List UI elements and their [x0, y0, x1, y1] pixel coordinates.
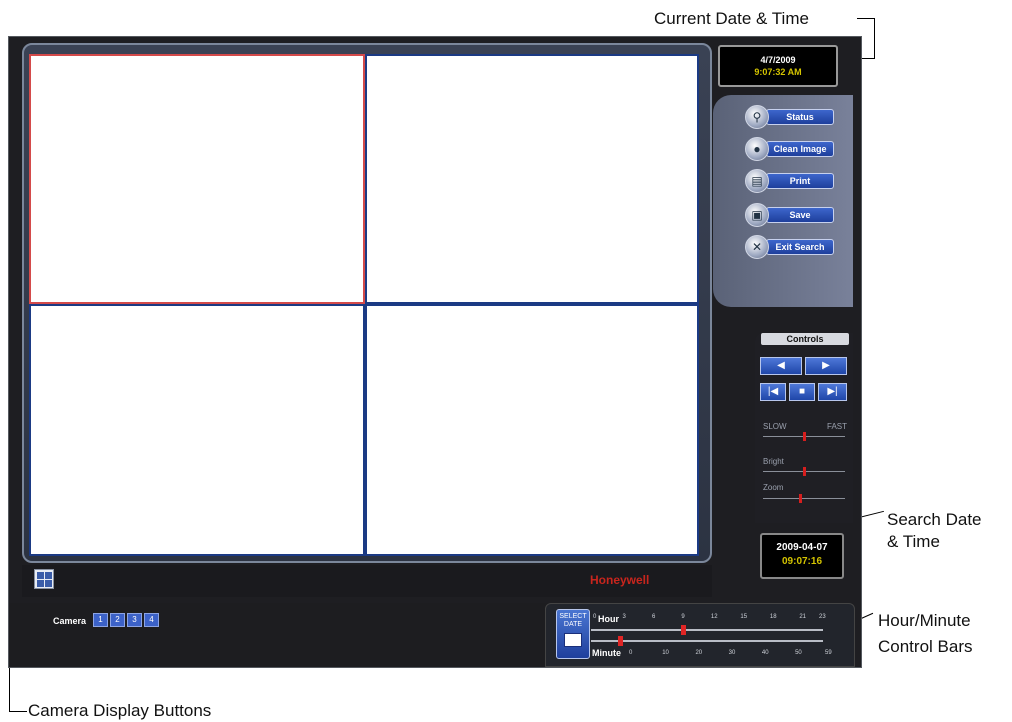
current-datetime-display: 4/7/2009 9:07:32 AM [718, 45, 838, 87]
annotation-line [9, 711, 27, 712]
hour-tick-label: 0 [593, 614, 597, 620]
camera-cell-4[interactable] [365, 304, 699, 556]
minute-slider-knob[interactable] [617, 636, 623, 646]
print-button-label: Print [766, 173, 834, 189]
exit-search-button[interactable]: Exit Search ✕ [745, 235, 837, 259]
annotation-hour-minute-2: Control Bars [878, 637, 973, 656]
save-button[interactable]: Save ▣ [745, 203, 837, 227]
camera-cell-1[interactable] [29, 54, 365, 304]
zoom-label: Zoom [763, 483, 784, 492]
camera-label: Camera [53, 616, 87, 626]
floppy-icon: ▣ [745, 203, 769, 227]
controls-title: Controls [761, 333, 849, 345]
search-time: 09:07:16 [781, 556, 823, 567]
minute-label: Minute [592, 648, 621, 658]
exit-search-button-label: Exit Search [766, 239, 834, 255]
hour-tick-label: 6 [651, 614, 656, 620]
stop-button[interactable]: ■ [789, 383, 815, 401]
current-date: 4/7/2009 [760, 55, 796, 65]
annotation-current-date-time: Current Date & Time [654, 9, 809, 28]
brand-logo: Honeywell [590, 573, 650, 587]
annotation-line [874, 18, 875, 58]
camera-button-1[interactable]: 1 [93, 613, 108, 627]
search-datetime-display: 2009-04-07 09:07:16 [760, 533, 844, 579]
hour-tick-label: 12 [710, 614, 718, 620]
close-icon: ✕ [745, 235, 769, 259]
minute-tick-label: 10 [662, 650, 669, 656]
hour-tick-label: 15 [740, 614, 748, 620]
status-button[interactable]: Status ⚲ [745, 105, 837, 129]
search-date: 2009-04-07 [776, 542, 828, 553]
print-button[interactable]: Print ▤ [745, 169, 837, 193]
minute-tick-label: 50 [795, 650, 802, 656]
play-reverse-button[interactable]: ◀ [760, 357, 802, 375]
clean-image-button-label: Clean Image [766, 141, 834, 157]
hour-tick-label: 21 [799, 614, 807, 620]
camera-cell-3[interactable] [29, 304, 365, 556]
camera-cell-2[interactable] [365, 54, 699, 304]
select-date-button[interactable]: SELECT DATE [556, 609, 590, 659]
play-forward-button[interactable]: ▶ [805, 357, 847, 375]
printer-icon: ▤ [745, 169, 769, 193]
minute-tick-label: 0 [629, 650, 633, 656]
camera-bar [9, 603, 549, 667]
camera-button-2[interactable]: 2 [110, 613, 125, 627]
image-clean-icon: ● [745, 137, 769, 161]
skip-back-button[interactable]: |◀ [760, 383, 786, 401]
annotation-search-date-time-2: & Time [887, 532, 940, 551]
speed-slider-knob[interactable] [803, 432, 806, 441]
zoom-slider-track[interactable] [763, 498, 845, 499]
hour-tick-label: 9 [681, 614, 685, 620]
calendar-icon [564, 633, 582, 647]
clean-image-button[interactable]: Clean Image ● [745, 137, 837, 161]
hour-tick-label: 23 [819, 614, 826, 620]
hour-label: Hour [598, 614, 619, 624]
hour-slider-knob[interactable] [680, 625, 686, 635]
hour-tick-label: 18 [769, 614, 777, 620]
hour-tick-label: 3 [622, 614, 626, 620]
current-time: 9:07:32 AM [754, 67, 802, 77]
speed-slow-label: SLOW [763, 422, 787, 431]
minute-tick-label: 59 [825, 650, 832, 656]
bright-label: Bright [763, 457, 784, 466]
minute-slider-track[interactable] [591, 640, 823, 642]
bright-slider-knob[interactable] [803, 467, 806, 476]
layout-grid-icon[interactable] [34, 569, 54, 589]
camera-button-3[interactable]: 3 [127, 613, 142, 627]
search-window: Honeywell 4/7/2009 9:07:32 AM Status ⚲ C… [8, 36, 862, 668]
camera-button-4[interactable]: 4 [144, 613, 159, 627]
zoom-slider-knob[interactable] [798, 494, 802, 503]
annotation-camera-buttons: Camera Display Buttons [28, 701, 212, 720]
minute-tick-label: 30 [728, 650, 736, 656]
annotation-line [857, 18, 874, 19]
annotation-hour-minute-1: Hour/Minute [878, 611, 971, 630]
save-button-label: Save [766, 207, 834, 223]
speed-fast-label: FAST [827, 422, 848, 431]
hour-slider-track[interactable] [591, 629, 823, 631]
status-button-label: Status [766, 109, 834, 125]
magnifier-icon: ⚲ [745, 105, 769, 129]
select-date-label-2: DATE [563, 621, 583, 628]
minute-tick-label: 40 [761, 650, 769, 656]
annotation-search-date-time-1: Search Date [887, 510, 982, 529]
select-date-label-1: SELECT [559, 613, 587, 620]
minute-tick-label: 20 [695, 650, 703, 656]
skip-forward-button[interactable]: ▶| [818, 383, 847, 401]
viewer-bottom-strip: Honeywell [22, 565, 712, 597]
